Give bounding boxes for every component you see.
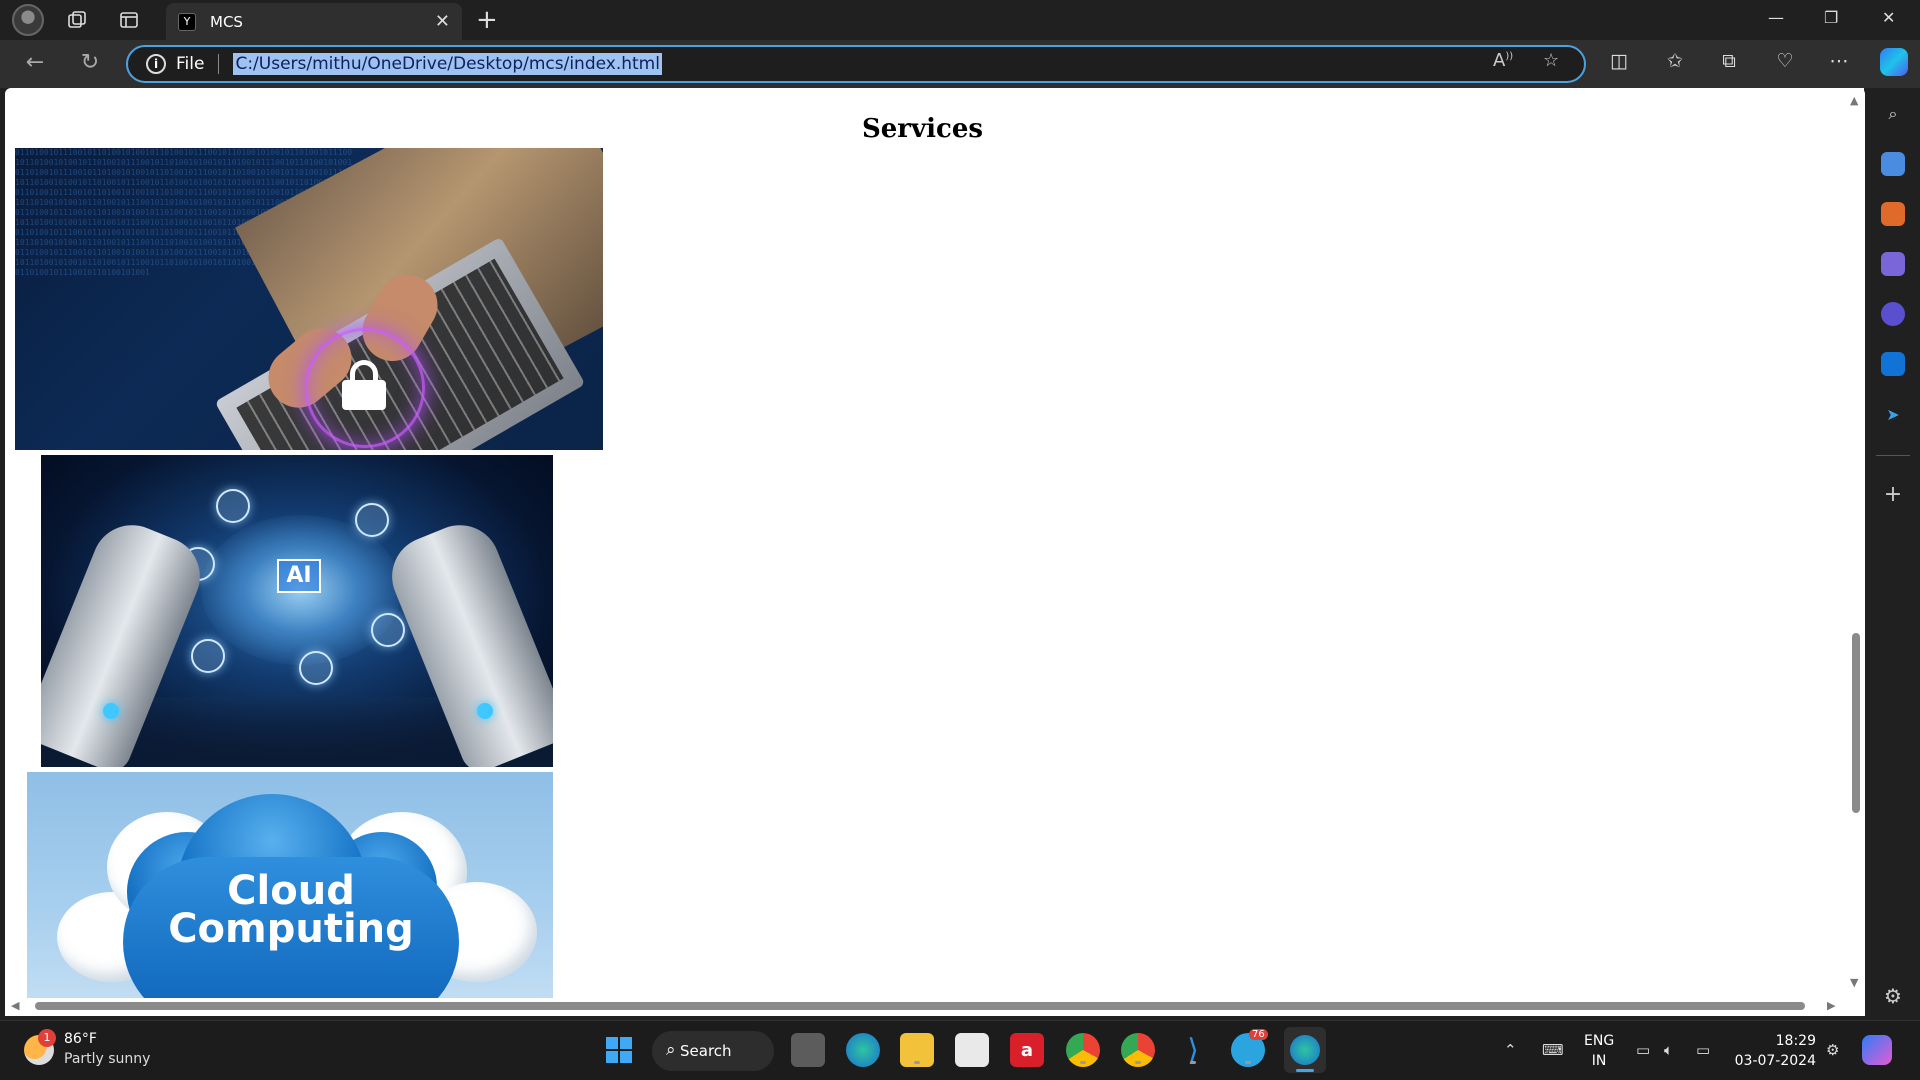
title-bar: Y MCS ✕ + — ❐ ✕ bbox=[0, 0, 1920, 40]
search-label: Search bbox=[680, 1042, 732, 1060]
collections-icon[interactable]: ⧉ bbox=[1714, 50, 1744, 72]
vertical-scroll-thumb[interactable] bbox=[1852, 633, 1860, 813]
close-window-icon[interactable]: ✕ bbox=[1882, 8, 1895, 27]
clock[interactable]: 18:29 03-07-2024 bbox=[1734, 1031, 1816, 1071]
sidebar-copilot-app-icon[interactable] bbox=[1881, 302, 1905, 326]
clock-time: 18:29 bbox=[1775, 1033, 1816, 1049]
sidebar-shopping-icon[interactable] bbox=[1881, 152, 1905, 176]
lock-icon bbox=[342, 360, 386, 410]
sidebar-search-icon[interactable]: ⌕ bbox=[1881, 102, 1905, 126]
sidebar-tools-icon[interactable] bbox=[1881, 202, 1905, 226]
browser-essentials-icon[interactable]: ♡ bbox=[1770, 50, 1800, 72]
network-node-icon bbox=[355, 503, 389, 537]
address-scheme: File bbox=[176, 54, 205, 74]
microsoft-store-icon[interactable] bbox=[955, 1033, 989, 1067]
search-icon: ⌕ bbox=[666, 1040, 676, 1060]
battery-icon[interactable]: ▭ bbox=[1696, 1041, 1710, 1059]
telegram-badge: 76 bbox=[1249, 1029, 1268, 1040]
read-aloud-icon[interactable]: A)) bbox=[1493, 50, 1513, 71]
cloud-computing-text: Cloud Computing bbox=[123, 868, 459, 952]
lang-line1: ENG bbox=[1584, 1033, 1615, 1049]
address-url[interactable]: C:/Users/mithu/OneDrive/Desktop/mcs/inde… bbox=[233, 53, 662, 75]
start-windows-icon[interactable] bbox=[602, 1033, 636, 1067]
favorites-icon[interactable]: ✩ bbox=[1660, 50, 1690, 72]
keyboard-icon[interactable]: ⌨ bbox=[1542, 1041, 1564, 1059]
tab-favicon: Y bbox=[178, 12, 196, 31]
volume-icon[interactable]: 🔈︎ bbox=[1664, 1041, 1673, 1059]
copilot-taskbar-icon[interactable] bbox=[1862, 1035, 1892, 1065]
tray-overflow-icon[interactable]: ⌃ bbox=[1504, 1041, 1517, 1059]
vscode-icon[interactable]: ⟩ bbox=[1176, 1033, 1210, 1068]
tab-actions-icon[interactable] bbox=[116, 7, 142, 33]
notification-settings-icon[interactable]: ⚙ bbox=[1826, 1041, 1839, 1059]
edge-logo bbox=[1290, 1035, 1320, 1065]
split-screen-icon[interactable]: ◫ bbox=[1604, 50, 1634, 72]
telegram-icon[interactable]: 76 bbox=[1231, 1029, 1268, 1067]
edge-active-icon[interactable] bbox=[1284, 1027, 1326, 1073]
network-node-icon bbox=[191, 639, 225, 673]
profile-avatar[interactable] bbox=[12, 4, 44, 36]
robot-left-glow bbox=[103, 703, 119, 719]
file-explorer-icon[interactable] bbox=[900, 1033, 934, 1067]
sidebar-add-icon[interactable]: + bbox=[1881, 482, 1905, 507]
page-title: Services bbox=[861, 114, 983, 144]
ai-robot-hands-image: AI bbox=[41, 455, 553, 767]
more-options-icon[interactable]: ⋯ bbox=[1824, 50, 1854, 72]
address-bar[interactable]: i File C:/Users/mithu/OneDrive/Desktop/m… bbox=[126, 45, 1586, 83]
chrome-icon[interactable] bbox=[1121, 1033, 1155, 1067]
page-viewport: Services 0110100101110010110100101001011… bbox=[5, 88, 1865, 1016]
back-icon[interactable]: ← bbox=[20, 50, 50, 75]
chrome-profile-m-icon[interactable] bbox=[1066, 1033, 1100, 1067]
new-tab-icon[interactable]: + bbox=[476, 5, 498, 35]
active-indicator bbox=[1296, 1069, 1314, 1072]
weather-desc[interactable]: Partly sunny bbox=[64, 1051, 150, 1067]
robot-right-glow bbox=[477, 703, 493, 719]
tab-title: MCS bbox=[210, 12, 243, 31]
network-icon[interactable]: ▭ bbox=[1636, 1041, 1650, 1059]
amd-software-icon[interactable]: a bbox=[1010, 1033, 1044, 1067]
sidebar-outlook-icon[interactable] bbox=[1881, 352, 1905, 376]
clock-date: 03-07-2024 bbox=[1734, 1053, 1816, 1069]
copilot-icon[interactable] bbox=[1880, 48, 1908, 76]
language-indicator[interactable]: ENG IN bbox=[1584, 1031, 1614, 1071]
sidebar-games-icon[interactable] bbox=[1881, 252, 1905, 276]
restore-icon[interactable]: ❐ bbox=[1824, 8, 1838, 27]
taskbar: 1 86°F Partly sunny ⌕ Search a ⟩ 76 ⌃ ⌨ … bbox=[0, 1020, 1920, 1080]
workspaces-icon[interactable] bbox=[64, 7, 90, 33]
ai-label: AI bbox=[277, 559, 321, 593]
sidebar-send-icon[interactable]: ➤ bbox=[1881, 402, 1905, 426]
tab-mcs[interactable]: Y MCS ✕ bbox=[166, 3, 462, 40]
taskbar-search[interactable]: ⌕ Search bbox=[652, 1031, 774, 1071]
vertical-scrollbar[interactable]: ▲ ▼ bbox=[1848, 88, 1864, 1016]
horizontal-scroll-thumb[interactable] bbox=[35, 1002, 1805, 1010]
address-separator bbox=[218, 54, 220, 74]
task-view-icon[interactable] bbox=[791, 1033, 825, 1067]
sidebar-divider bbox=[1876, 455, 1910, 456]
edge-app-icon[interactable] bbox=[846, 1033, 880, 1067]
network-node-icon bbox=[216, 489, 250, 523]
lang-line2: IN bbox=[1591, 1053, 1607, 1069]
refresh-icon[interactable]: ↻ bbox=[75, 50, 105, 75]
sidebar-settings-icon[interactable]: ⚙ bbox=[1881, 984, 1905, 1008]
scroll-down-icon[interactable]: ▼ bbox=[1850, 976, 1858, 989]
close-tab-icon[interactable]: ✕ bbox=[435, 11, 450, 32]
scroll-right-icon[interactable]: ▶ bbox=[1827, 999, 1835, 1012]
network-node-icon bbox=[371, 613, 405, 647]
cloud-text-line2: Computing bbox=[168, 906, 414, 952]
edge-sidebar: ⌕ ➤ + ⚙ bbox=[1866, 88, 1920, 1018]
cybersecurity-image: 0110100101110010110100101001011010010111… bbox=[15, 148, 603, 450]
minimize-icon[interactable]: — bbox=[1768, 8, 1784, 27]
scroll-up-icon[interactable]: ▲ bbox=[1850, 94, 1858, 107]
weather-badge: 1 bbox=[38, 1029, 56, 1047]
site-info-icon[interactable]: i bbox=[146, 54, 166, 74]
horizontal-scrollbar[interactable]: ◀ ▶ bbox=[5, 998, 1848, 1014]
scroll-left-icon[interactable]: ◀ bbox=[11, 999, 19, 1012]
favorite-star-icon[interactable]: ☆ bbox=[1543, 50, 1559, 71]
weather-temp[interactable]: 86°F bbox=[64, 1031, 97, 1047]
cloud-text-line1: Cloud bbox=[227, 868, 355, 914]
cloud-computing-image: Cloud Computing bbox=[27, 772, 553, 1002]
network-node-icon bbox=[299, 651, 333, 685]
